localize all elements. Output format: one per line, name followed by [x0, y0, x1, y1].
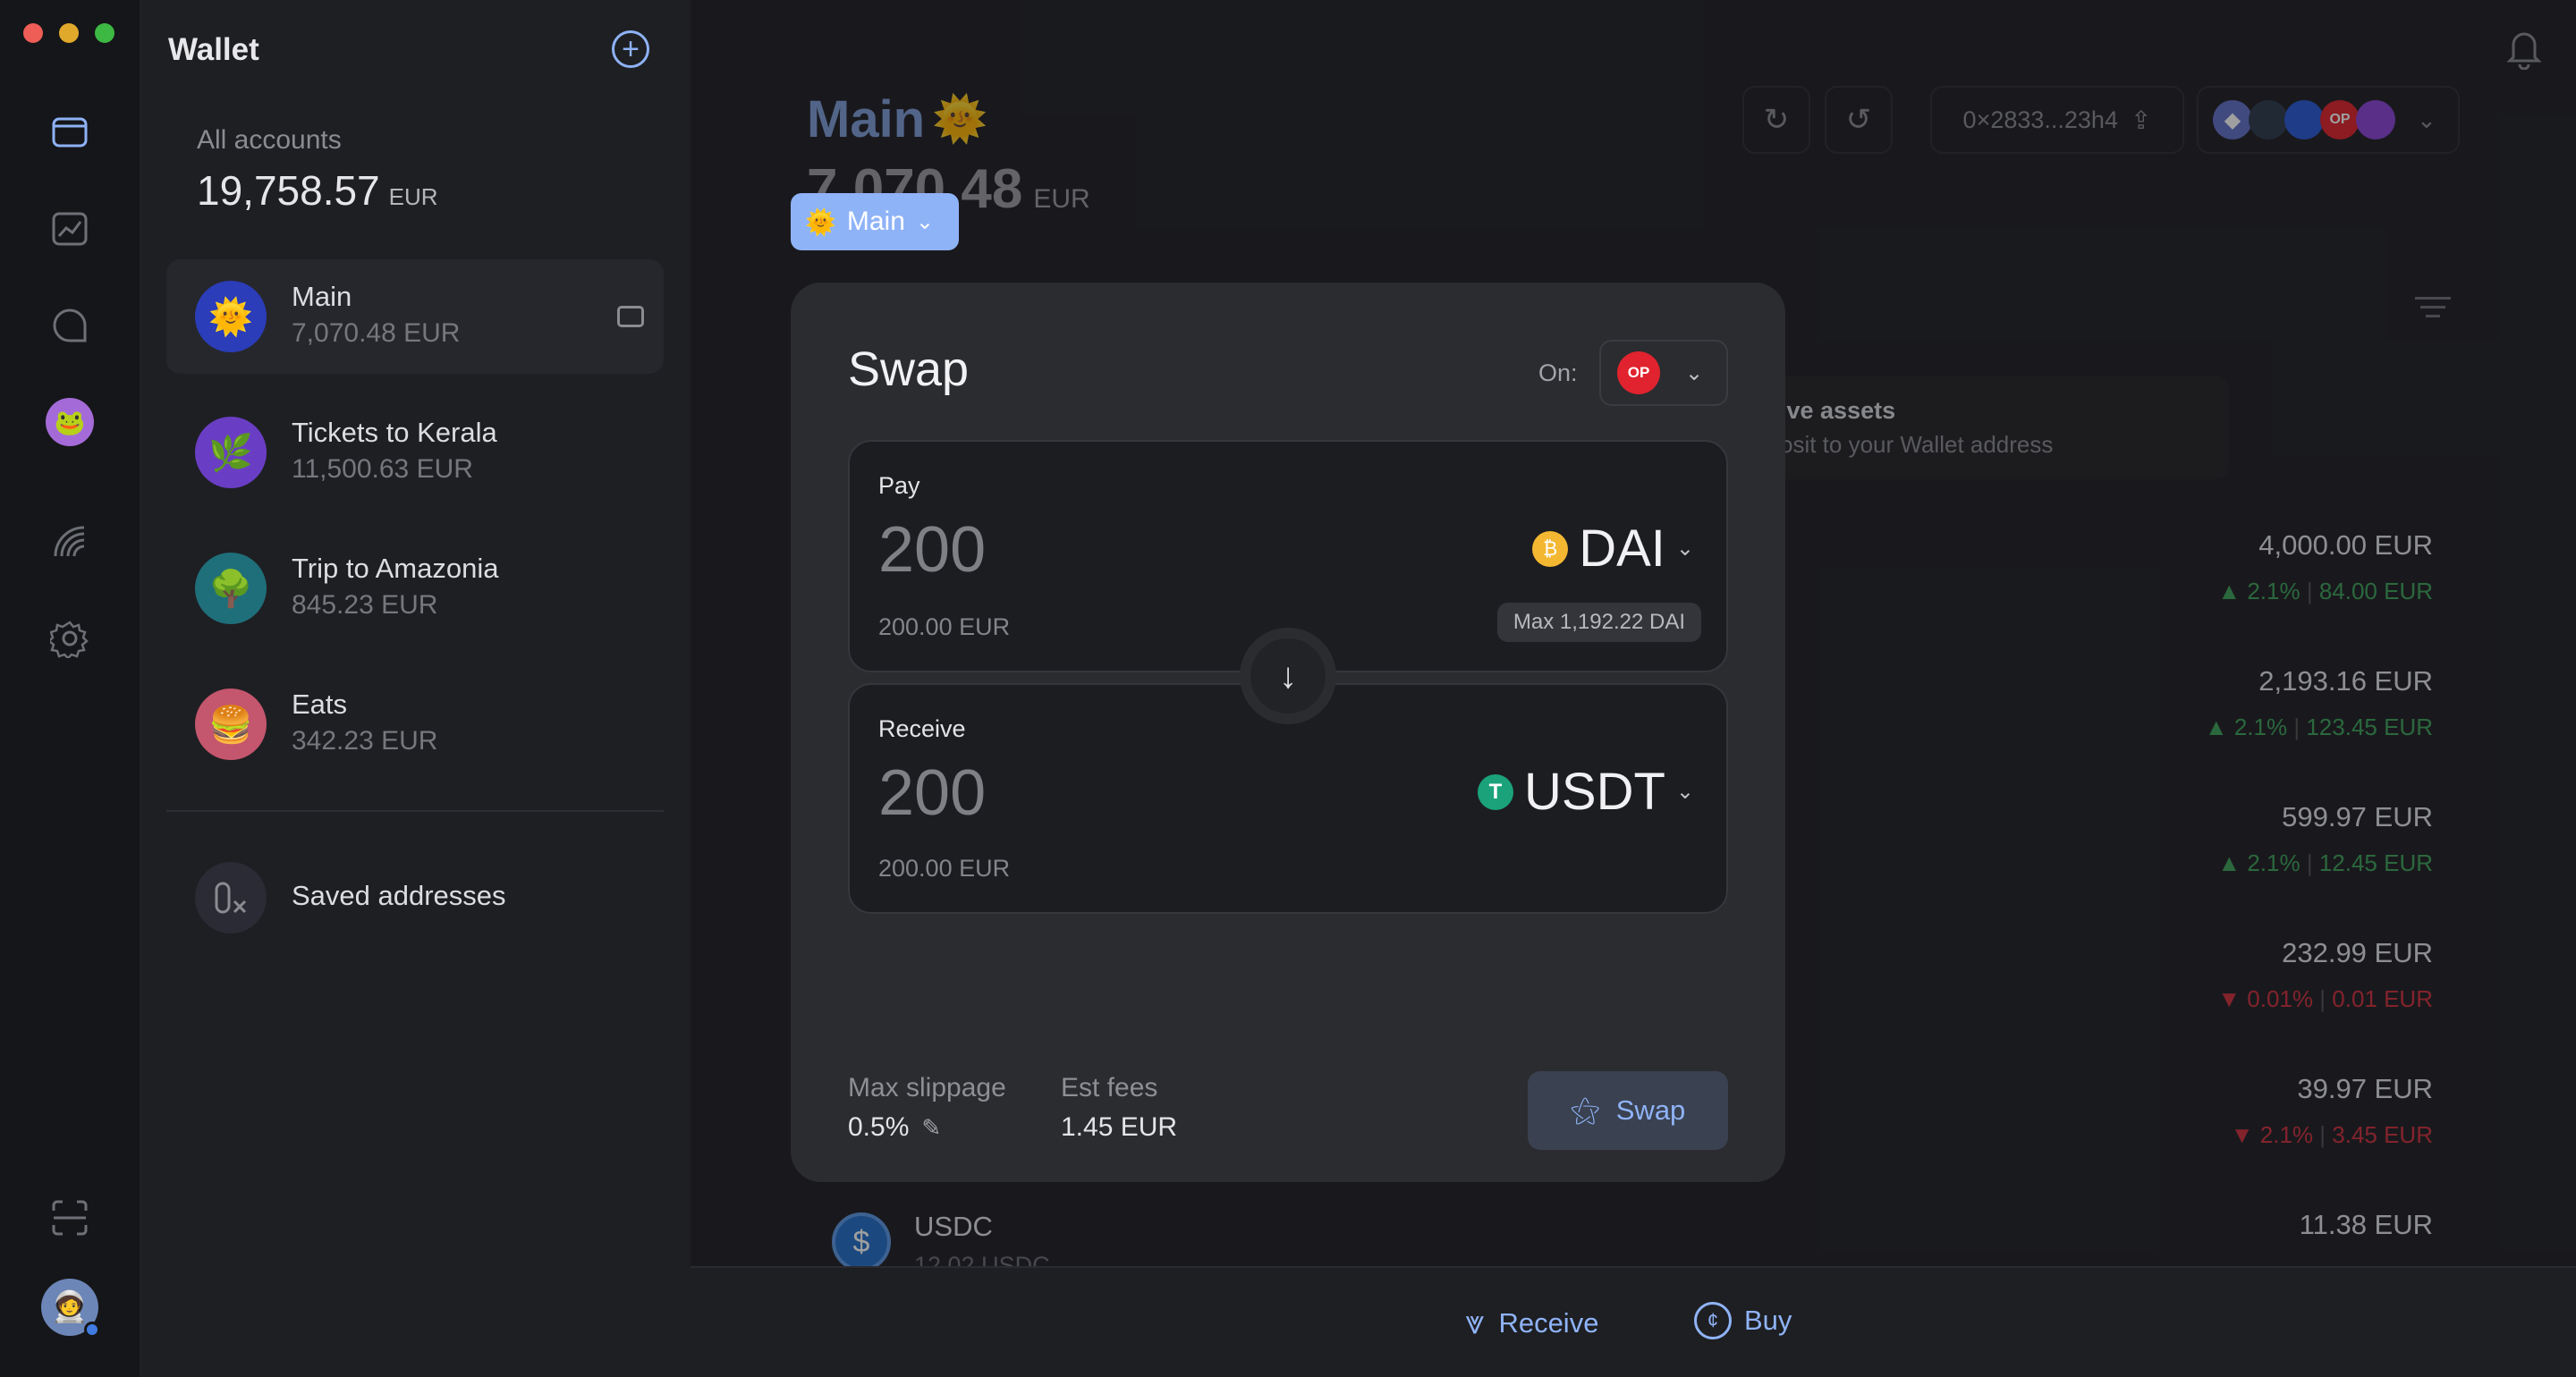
- main-content: Main 🌞 7,070.48 EUR ↻ ↺ 0×2833...23h4 ⇪ …: [691, 0, 2576, 1377]
- all-accounts-label: All accounts: [197, 125, 342, 155]
- buy-label: Buy: [1744, 1305, 1792, 1336]
- fees-value: 1.45 EUR: [1061, 1112, 1178, 1142]
- receive-button[interactable]: ⩔ Receive: [1465, 1304, 1598, 1342]
- settings-gear-icon[interactable]: [45, 613, 95, 663]
- receive-token-label: USDT: [1524, 763, 1665, 821]
- saved-addresses-item[interactable]: Saved addresses: [166, 841, 664, 955]
- account-name: Tickets to Kerala: [292, 417, 497, 448]
- pay-token-label: DAI: [1579, 520, 1665, 578]
- account-balance: 845.23 EUR: [292, 590, 438, 620]
- all-accounts-total: 19,758.57 EUR: [197, 166, 438, 215]
- receive-arrow-icon: ⩔: [1465, 1304, 1485, 1341]
- slippage-value: 0.5%: [848, 1112, 910, 1142]
- bottom-action-bar: ⩔ Receive ¢ Buy: [691, 1266, 2576, 1377]
- sun-emoji-icon: 🌞: [805, 207, 836, 236]
- selector-label: Main: [846, 207, 905, 236]
- account-balance: 342.23 EUR: [292, 726, 438, 756]
- account-name: Main: [292, 281, 352, 312]
- buy-coin-icon: ¢: [1694, 1302, 1732, 1339]
- zoom-window-button[interactable]: [95, 23, 114, 43]
- total-currency: EUR: [388, 183, 438, 210]
- receive-label: Receive: [1498, 1306, 1599, 1339]
- chat-icon[interactable]: [45, 300, 95, 351]
- address-book-icon: [195, 862, 267, 933]
- chevron-down-icon: ⌄: [1675, 536, 1694, 561]
- pay-eur-value: 200.00 EUR: [878, 613, 1011, 640]
- close-window-button[interactable]: [23, 23, 43, 43]
- account-item-tickets-to-kerala[interactable]: 🌿 Tickets to Kerala 11,500.63 EUR: [166, 395, 664, 510]
- leaf-emoji-icon: 🌿: [195, 417, 267, 488]
- tree-emoji-icon: 🌳: [195, 553, 267, 624]
- account-balance: 11,500.63 EUR: [292, 454, 473, 484]
- edit-pencil-icon: ✎: [921, 1113, 942, 1141]
- arrow-down-icon: ↓: [1250, 638, 1326, 714]
- chart-icon[interactable]: [45, 204, 95, 254]
- receive-token-selector[interactable]: T USDT ⌄: [1478, 762, 1694, 822]
- swap-network-selector[interactable]: OP ⌄: [1599, 340, 1728, 406]
- swap-dialog: Swap On: OP ⌄ Pay 200 200.00 EUR ₿ DAI ⌄…: [791, 283, 1785, 1182]
- chevron-down-icon: ⌄: [915, 209, 935, 234]
- saved-addresses-label: Saved addresses: [292, 880, 506, 911]
- account-name: Trip to Amazonia: [292, 553, 499, 584]
- max-balance-button[interactable]: Max 1,192.22 DAI: [1496, 603, 1701, 642]
- accounts-sidebar: Wallet + All accounts 19,758.57 EUR 🌞 Ma…: [140, 0, 691, 1377]
- dapp-avatar-icon[interactable]: 🐸: [45, 397, 95, 447]
- swap-title: Swap: [848, 342, 970, 396]
- receive-label: Receive: [878, 715, 966, 742]
- status-dot: [84, 1322, 100, 1338]
- sidebar-divider: [166, 810, 664, 812]
- account-balance: 7,070.48 EUR: [292, 318, 461, 348]
- slippage-label: Max slippage: [848, 1073, 1006, 1102]
- network-label: On:: [1538, 359, 1578, 386]
- icon-rail: 🐸 🧑‍🚀: [0, 0, 140, 1377]
- pay-amount-input[interactable]: 200: [878, 513, 986, 587]
- pay-label: Pay: [878, 472, 920, 499]
- swap-button[interactable]: ⚝ Swap: [1528, 1071, 1728, 1150]
- swap-button-label: Swap: [1615, 1094, 1686, 1126]
- receive-amount: 200: [878, 757, 987, 829]
- optimism-icon: OP: [1617, 351, 1660, 394]
- burger-emoji-icon: 🍔: [195, 688, 267, 760]
- total-value: 19,758.57: [197, 167, 380, 214]
- fees-label: Est fees: [1061, 1073, 1158, 1102]
- swap-star-icon: ⚝: [1570, 1093, 1600, 1128]
- chevron-down-icon: ⌄: [1675, 780, 1694, 804]
- usdt-icon: T: [1478, 773, 1513, 810]
- account-item-eats[interactable]: 🍔 Eats 342.23 EUR: [166, 667, 664, 781]
- buy-button[interactable]: ¢ Buy: [1694, 1302, 1792, 1339]
- profile-avatar[interactable]: 🧑‍🚀: [41, 1279, 100, 1338]
- switch-direction-button[interactable]: ↓: [1240, 628, 1336, 724]
- chevron-down-icon: ⌄: [1685, 360, 1704, 385]
- minimize-window-button[interactable]: [59, 23, 79, 43]
- plus-icon: +: [622, 32, 640, 66]
- wallet-icon[interactable]: [45, 107, 95, 157]
- card-icon[interactable]: [617, 306, 644, 327]
- dai-icon: ₿: [1532, 530, 1569, 567]
- rainbow-icon[interactable]: [45, 517, 95, 567]
- account-selector-pill[interactable]: 🌞 Main ⌄: [791, 193, 959, 250]
- slippage-value-row[interactable]: 0.5% ✎: [848, 1112, 941, 1143]
- account-item-trip-to-amazonia[interactable]: 🌳 Trip to Amazonia 845.23 EUR: [166, 531, 664, 646]
- receive-eur-value: 200.00 EUR: [878, 855, 1011, 882]
- account-item-main[interactable]: 🌞 Main 7,070.48 EUR: [166, 259, 664, 374]
- account-name: Eats: [292, 688, 348, 720]
- pay-token-selector[interactable]: ₿ DAI ⌄: [1532, 519, 1694, 579]
- add-account-button[interactable]: +: [612, 30, 649, 68]
- scan-qr-icon[interactable]: [45, 1193, 95, 1243]
- sun-emoji-icon: 🌞: [195, 281, 267, 352]
- sidebar-title: Wallet: [168, 32, 259, 67]
